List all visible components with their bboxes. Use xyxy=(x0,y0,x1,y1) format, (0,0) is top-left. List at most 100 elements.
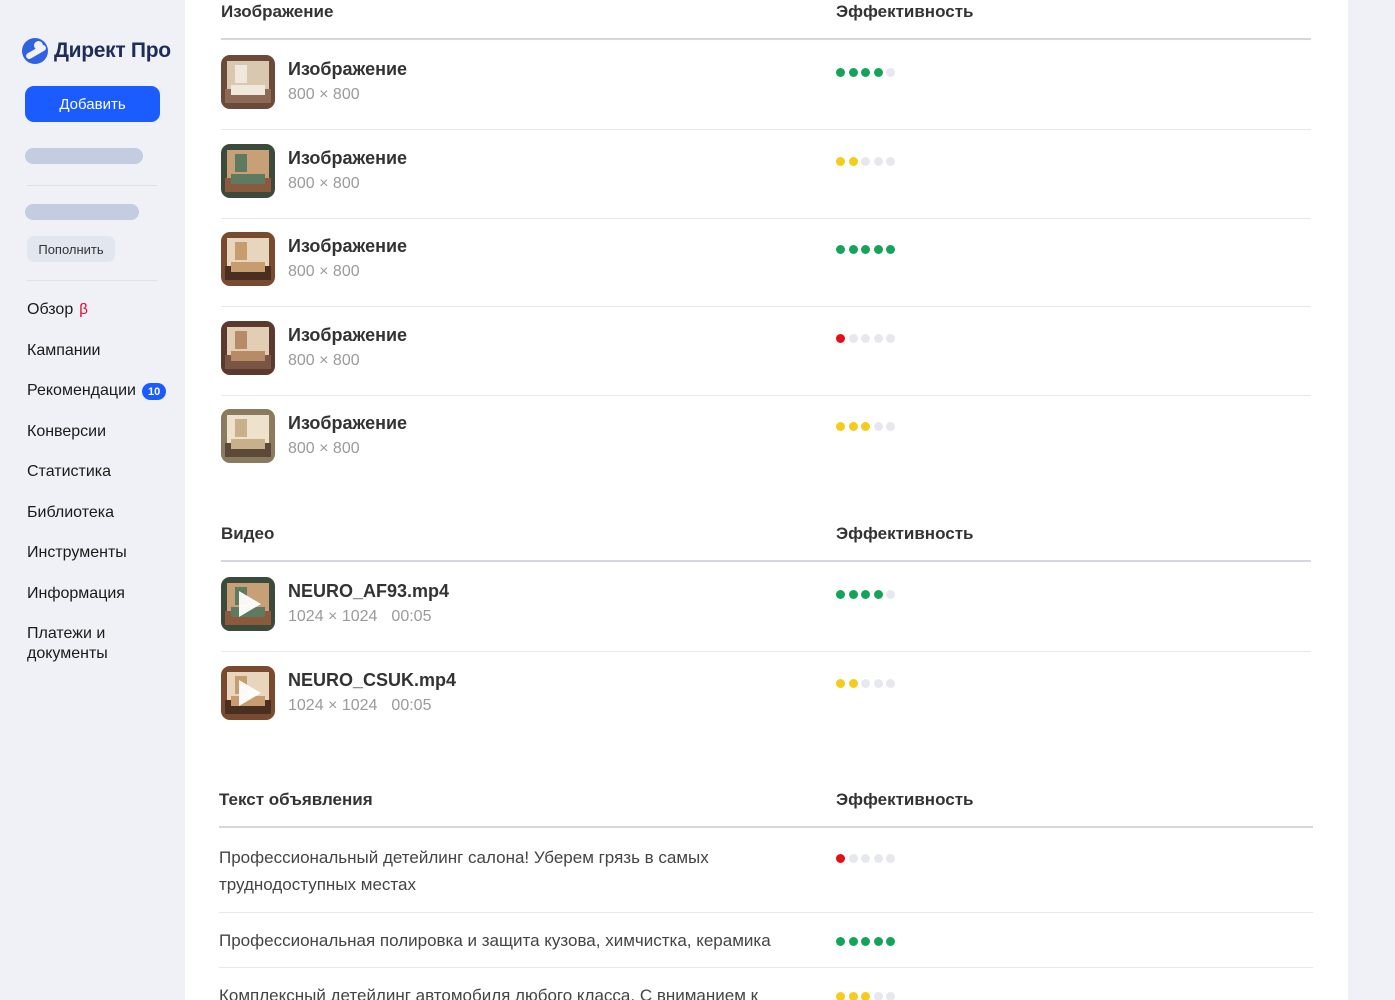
add-button[interactable]: Добавить xyxy=(25,86,160,122)
ad-text-row[interactable]: Комплексный детейлинг автомобиля любого … xyxy=(219,968,1313,1000)
nav-item-statistics[interactable]: Статистика xyxy=(27,460,177,501)
rating-dot xyxy=(848,245,858,254)
images-header: Изображение Эффективность xyxy=(221,0,1311,40)
nav-item-payments[interactable]: Платежи и документы xyxy=(27,622,177,682)
right-gutter xyxy=(1348,0,1395,1000)
rating-dot xyxy=(861,68,870,77)
video-duration: 00:05 xyxy=(391,608,432,625)
image-thumbnail[interactable] xyxy=(221,409,275,463)
rating-dot xyxy=(861,422,870,431)
nav-item-tools[interactable]: Инструменты xyxy=(27,541,177,582)
main-nav: Обзор β Кампании Рекомендации 10 Конверс… xyxy=(27,298,177,682)
rating-dot xyxy=(886,854,895,863)
column-header-name: Текст объявления xyxy=(219,790,373,809)
image-thumbnail[interactable] xyxy=(221,232,275,286)
asset-title: Изображение xyxy=(288,413,408,433)
efficiency-rating xyxy=(836,854,895,863)
video-row[interactable]: NEURO_AF93.mp4 1024 × 1024 00:05 xyxy=(221,564,1311,652)
rating-dot xyxy=(848,156,858,166)
nav-label: Информация xyxy=(27,584,125,602)
rating-dot xyxy=(886,678,895,688)
rating-dot xyxy=(861,854,870,863)
loading-placeholder xyxy=(25,204,139,220)
rating-dot xyxy=(836,854,845,863)
column-header-efficiency: Эффективность xyxy=(836,524,974,543)
rating-dot xyxy=(836,156,845,166)
logo[interactable]: Директ Про xyxy=(22,38,171,64)
nav-item-overview[interactable]: Обзор β xyxy=(27,298,177,339)
divider xyxy=(27,280,157,281)
rating-dot xyxy=(873,590,883,599)
rating-dot xyxy=(861,156,870,166)
rating-dot xyxy=(861,333,870,343)
efficiency-rating xyxy=(836,937,895,946)
asset-size: 1024 × 1024 xyxy=(288,696,378,714)
rating-dot xyxy=(848,937,858,946)
ad-text-row[interactable]: Профессиональная полировка и защита кузо… xyxy=(219,913,1313,968)
count-badge: 10 xyxy=(141,383,167,400)
asset-title: Изображение xyxy=(288,147,408,168)
asset-title: Изображение xyxy=(288,59,408,79)
video-thumbnail[interactable] xyxy=(221,665,275,720)
ad-text: Комплексный детейлинг автомобиля любого … xyxy=(219,986,759,1000)
image-thumbnail[interactable] xyxy=(221,55,275,109)
videos-header: Видео Эффективность xyxy=(221,522,1311,562)
rating-dot xyxy=(873,422,883,431)
rating-dot xyxy=(861,992,870,1000)
rating-dot xyxy=(873,992,883,1000)
rating-dot xyxy=(873,678,883,688)
rating-dot xyxy=(848,678,858,688)
image-thumbnail[interactable] xyxy=(221,143,275,198)
image-row[interactable]: Изображение 800 × 800 xyxy=(221,219,1311,307)
image-row[interactable]: Изображение 800 × 800 xyxy=(221,396,1311,484)
image-row[interactable]: Изображение 800 × 800 xyxy=(221,308,1311,396)
video-thumbnail[interactable] xyxy=(221,577,275,631)
nav-item-campaigns[interactable]: Кампании xyxy=(27,339,177,380)
efficiency-rating xyxy=(836,992,895,1000)
column-header-name: Изображение xyxy=(221,2,334,21)
video-row[interactable]: NEURO_CSUK.mp4 1024 × 1024 00:05 xyxy=(221,653,1311,741)
video-duration: 00:05 xyxy=(391,696,432,714)
rating-dot xyxy=(873,245,883,254)
rating-dot xyxy=(836,678,845,688)
nav-item-conversions[interactable]: Конверсии xyxy=(27,420,177,461)
asset-size: 800 × 800 xyxy=(288,86,360,103)
efficiency-rating xyxy=(836,68,895,77)
rating-dot xyxy=(836,68,845,77)
ad-text-row[interactable]: Профессиональный детейлинг салона! Убере… xyxy=(219,830,1313,913)
ad-text: Профессиональный детейлинг салона! Убере… xyxy=(219,848,709,894)
rating-dot xyxy=(886,422,895,431)
image-row[interactable]: Изображение 800 × 800 xyxy=(221,42,1311,130)
rating-dot xyxy=(836,245,845,254)
rating-dot xyxy=(873,156,883,166)
rating-dot xyxy=(861,245,870,254)
rating-dot xyxy=(861,590,870,599)
rating-dot xyxy=(836,422,845,431)
ad-text: Профессиональная полировка и защита кузо… xyxy=(219,931,771,950)
topup-button[interactable]: Пополнить xyxy=(27,236,115,262)
column-header-efficiency: Эффективность xyxy=(836,2,974,21)
sidebar: Директ Про Добавить Пополнить Обзор β Ка… xyxy=(0,0,185,1000)
nav-label: Статистика xyxy=(27,463,112,480)
logo-text: Директ Про xyxy=(54,39,171,62)
efficiency-rating xyxy=(836,590,895,599)
asset-title: NEURO_CSUK.mp4 xyxy=(288,669,457,690)
texts-header: Текст объявления Эффективность xyxy=(219,788,1313,828)
rating-dot xyxy=(848,992,858,1000)
asset-size: 800 × 800 xyxy=(288,263,360,280)
asset-title: Изображение xyxy=(288,236,408,256)
image-thumbnail[interactable] xyxy=(221,320,275,375)
column-header-efficiency: Эффективность xyxy=(836,790,974,809)
nav-item-information[interactable]: Информация xyxy=(27,582,177,623)
beta-badge: β xyxy=(79,301,88,318)
image-row[interactable]: Изображение 800 × 800 xyxy=(221,131,1311,219)
asset-size: 800 × 800 xyxy=(288,174,360,192)
asset-size: 800 × 800 xyxy=(288,440,360,457)
asset-meta: 1024 × 1024 00:05 xyxy=(288,697,431,715)
nav-item-library[interactable]: Библиотека xyxy=(27,501,177,542)
nav-item-recommendations[interactable]: Рекомендации 10 xyxy=(27,379,177,420)
efficiency-rating xyxy=(836,422,895,431)
nav-label: Рекомендации xyxy=(27,382,136,399)
logo-icon xyxy=(22,38,48,64)
nav-label: Обзор xyxy=(27,301,74,318)
